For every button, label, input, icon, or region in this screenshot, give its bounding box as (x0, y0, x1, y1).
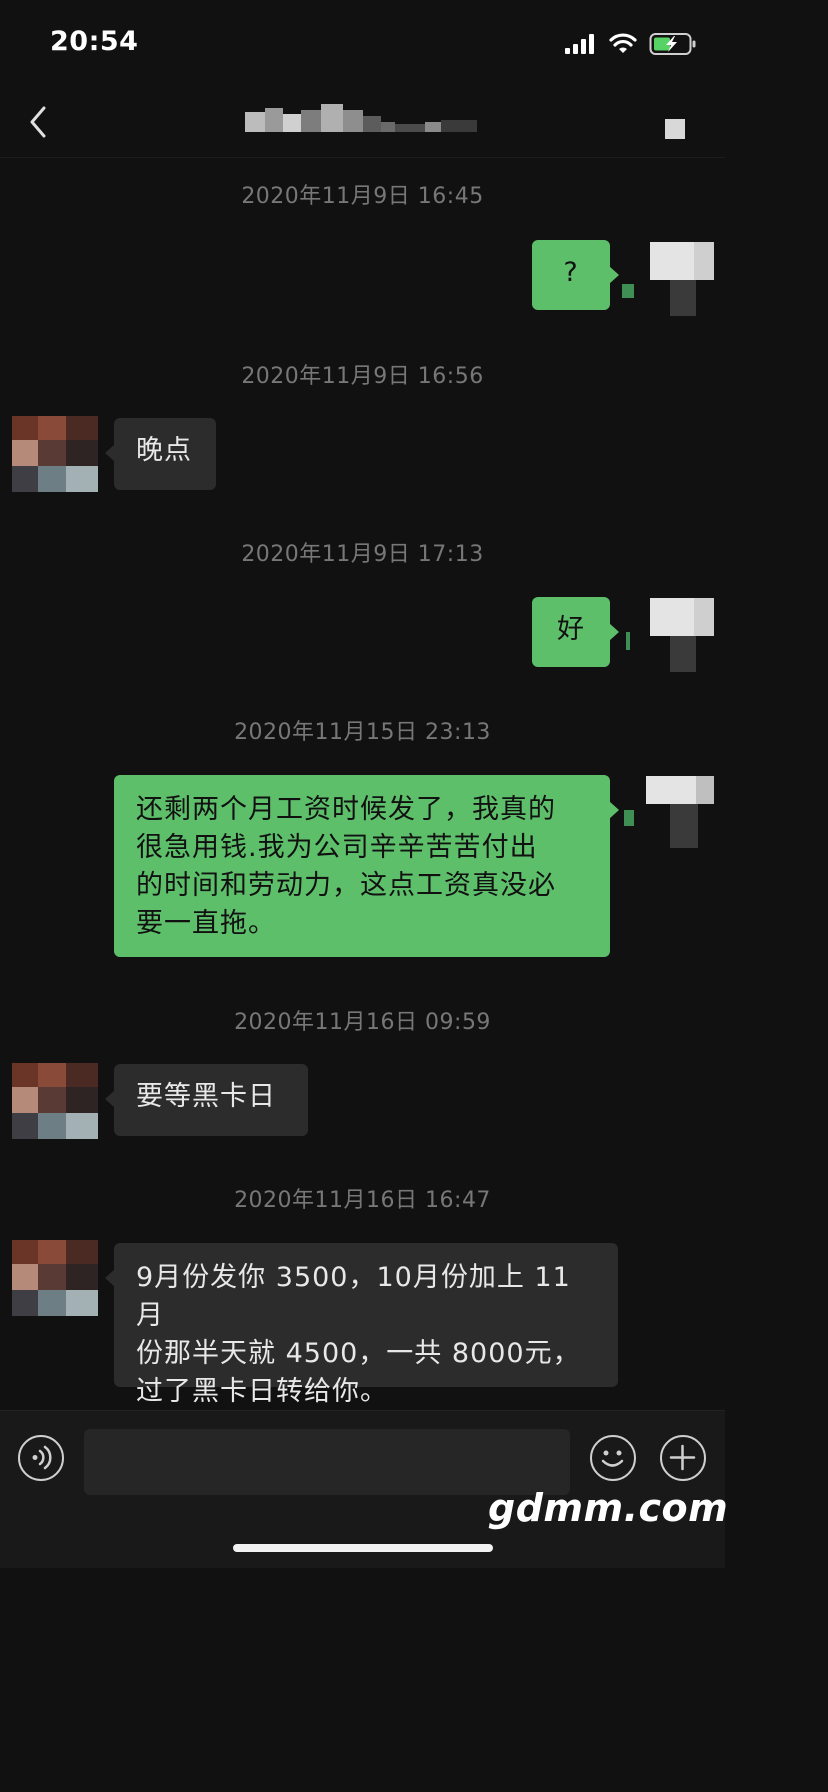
message-line: 要一直拖。 (136, 908, 276, 939)
message-timestamp: 2020年11月9日 17:13 (241, 542, 484, 567)
message-line: 很急用钱.我为公司辛辛苦苦付出 (136, 832, 538, 863)
voice-icon[interactable] (18, 1435, 64, 1481)
wifi-icon (609, 33, 637, 53)
home-indicator[interactable] (233, 1544, 493, 1552)
my-avatar[interactable] (622, 598, 718, 674)
received-message-bubble[interactable]: 要等黑卡日 (105, 1064, 308, 1136)
message-line: 的时间和劳动力，这点工资真没必 (136, 870, 556, 901)
message-line: 过了黑卡日转给你。 (136, 1376, 388, 1407)
my-avatar[interactable] (622, 776, 718, 852)
received-message-bubble[interactable]: 晚点 (105, 418, 216, 490)
contact-avatar[interactable] (12, 1063, 98, 1139)
status-time: 20:54 (50, 26, 139, 57)
sent-message-bubble[interactable]: 还剩两个月工资时候发了，我真的 很急用钱.我为公司辛辛苦苦付出 的时间和劳动力，… (114, 775, 619, 957)
message-timestamp: 2020年11月15日 23:13 (234, 720, 491, 745)
message-timestamp: 2020年11月9日 16:45 (241, 184, 484, 209)
message-timestamp: 2020年11月9日 16:56 (241, 364, 484, 389)
battery-charging-icon (649, 33, 696, 55)
contact-name-pixelated (243, 100, 483, 136)
plus-icon[interactable] (660, 1435, 706, 1481)
emoji-icon[interactable] (590, 1435, 636, 1481)
message-timestamp: 2020年11月16日 16:47 (234, 1188, 491, 1213)
back-arrow-icon[interactable] (22, 102, 56, 142)
more-icon[interactable] (665, 119, 685, 139)
contact-avatar[interactable] (12, 416, 98, 492)
watermark: gdmm.com (488, 1486, 729, 1530)
message-line: 还剩两个月工资时候发了，我真的 (136, 794, 556, 825)
sent-message-bubble[interactable]: 好 (532, 597, 619, 667)
received-message-bubble[interactable]: 9月份发你 3500，10月份加上 11月 份那半天就 4500，一共 8000… (105, 1243, 618, 1407)
nav-bar (0, 86, 725, 158)
contact-avatar[interactable] (12, 1240, 98, 1316)
signal-icon (565, 34, 594, 54)
status-bar: 20:54 (0, 0, 725, 86)
message-timestamp: 2020年11月16日 09:59 (234, 1010, 491, 1035)
status-icons (565, 32, 697, 56)
sent-message-bubble[interactable]: ? (532, 240, 619, 310)
message-line: 9月份发你 3500，10月份加上 11月 (136, 1262, 571, 1331)
message-line: 份那半天就 4500，一共 8000元， (136, 1338, 581, 1369)
my-avatar[interactable] (622, 242, 718, 318)
